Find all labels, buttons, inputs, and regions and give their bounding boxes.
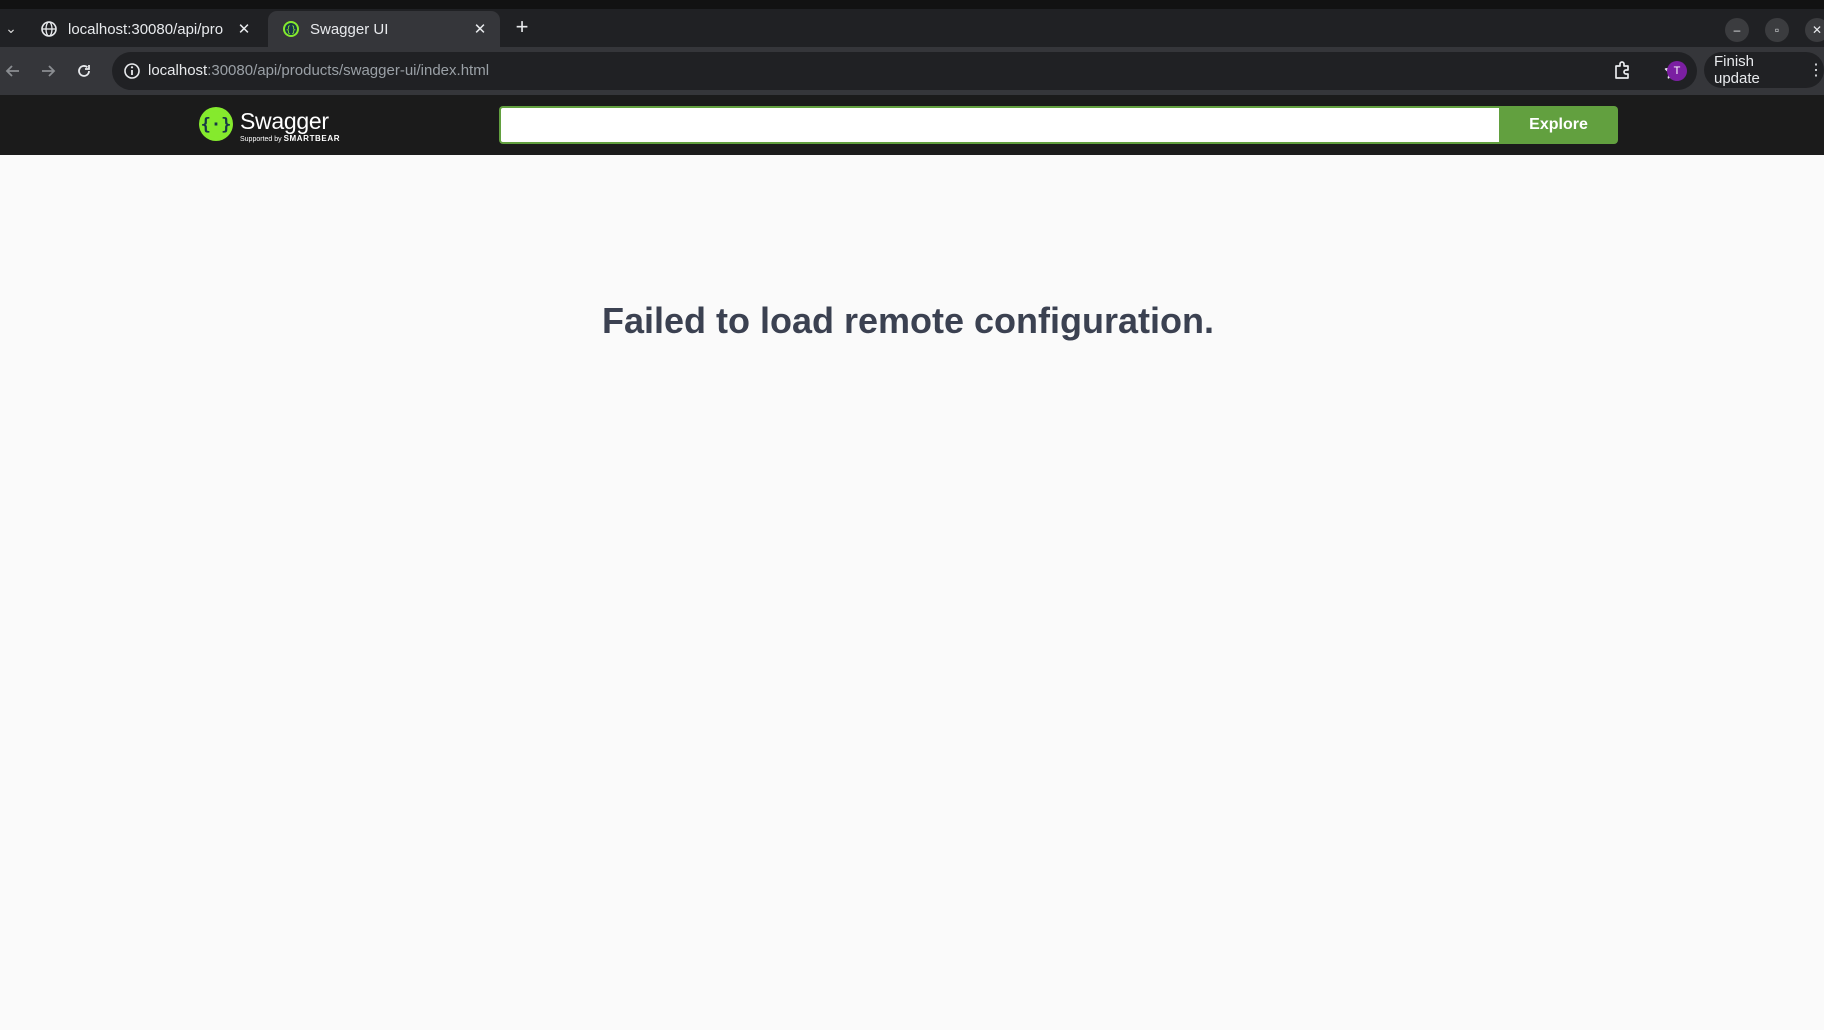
- menu-dots-icon[interactable]: ⋮: [1808, 60, 1824, 80]
- tab-title: localhost:30080/api/pro: [68, 20, 224, 38]
- svg-text:{·}: {·}: [201, 115, 232, 135]
- swagger-logo-text: Swagger: [240, 108, 329, 134]
- reload-icon: [78, 65, 90, 77]
- new-tab-button[interactable]: +: [510, 15, 534, 39]
- tab-search-button[interactable]: ⌄: [0, 14, 22, 42]
- globe-icon: [41, 21, 57, 37]
- maximize-button[interactable]: ▫: [1765, 18, 1789, 42]
- finish-update-button[interactable]: Finish update ⋮: [1704, 52, 1824, 88]
- arrow-right-icon: [42, 65, 56, 77]
- close-icon[interactable]: ✕: [230, 20, 258, 38]
- url-path: :30080/api/products/swagger-ui/index.htm…: [207, 62, 490, 79]
- swagger-favicon-icon: {}: [283, 21, 299, 37]
- tab-localhost[interactable]: localhost:30080/api/pro ✕: [26, 11, 264, 47]
- profile-avatar[interactable]: T: [1667, 61, 1687, 81]
- tab-swagger-ui[interactable]: {} Swagger UI ✕: [268, 11, 500, 47]
- info-icon[interactable]: [122, 61, 142, 81]
- explore-form: Explore: [499, 106, 1618, 144]
- address-bar[interactable]: localhost:30080/api/products/swagger-ui/…: [112, 52, 1697, 90]
- swagger-logo-subtitle: Supported by SMARTBEAR: [240, 134, 341, 143]
- finish-update-label: Finish update: [1714, 53, 1760, 87]
- extensions-icon[interactable]: [1612, 59, 1634, 81]
- explore-button[interactable]: Explore: [1499, 106, 1618, 144]
- window-close-button[interactable]: ✕: [1805, 18, 1824, 42]
- minimize-button[interactable]: –: [1725, 18, 1749, 42]
- tab-title: Swagger UI: [310, 20, 389, 38]
- chevron-down-icon: ⌄: [5, 19, 17, 36]
- os-top-bar: [0, 0, 1824, 9]
- swagger-topbar: {·} Swagger Supported by SMARTBEAR Explo…: [0, 95, 1824, 155]
- spec-url-input[interactable]: [499, 106, 1499, 144]
- url-host: localhost: [148, 62, 208, 79]
- error-message: Failed to load remote configuration.: [601, 300, 1215, 341]
- svg-text:{}: {}: [286, 26, 297, 36]
- swagger-logo[interactable]: {·} Swagger Supported by SMARTBEAR: [198, 104, 358, 146]
- swagger-logo-icon: {·}: [199, 107, 233, 141]
- close-icon[interactable]: ✕: [466, 20, 494, 38]
- back-button[interactable]: [1, 59, 25, 83]
- arrow-left-icon: [5, 65, 19, 77]
- reload-button[interactable]: [72, 59, 96, 83]
- url-text[interactable]: localhost:30080/api/products/swagger-ui/…: [148, 62, 489, 79]
- browser-tabstrip: ⌄ localhost:30080/api/pro ✕ {} Swagger U…: [0, 0, 1824, 47]
- main-content: Failed to load remote configuration.: [0, 155, 1824, 1030]
- forward-button[interactable]: [36, 59, 60, 83]
- browser-toolbar: localhost:30080/api/products/swagger-ui/…: [0, 47, 1824, 95]
